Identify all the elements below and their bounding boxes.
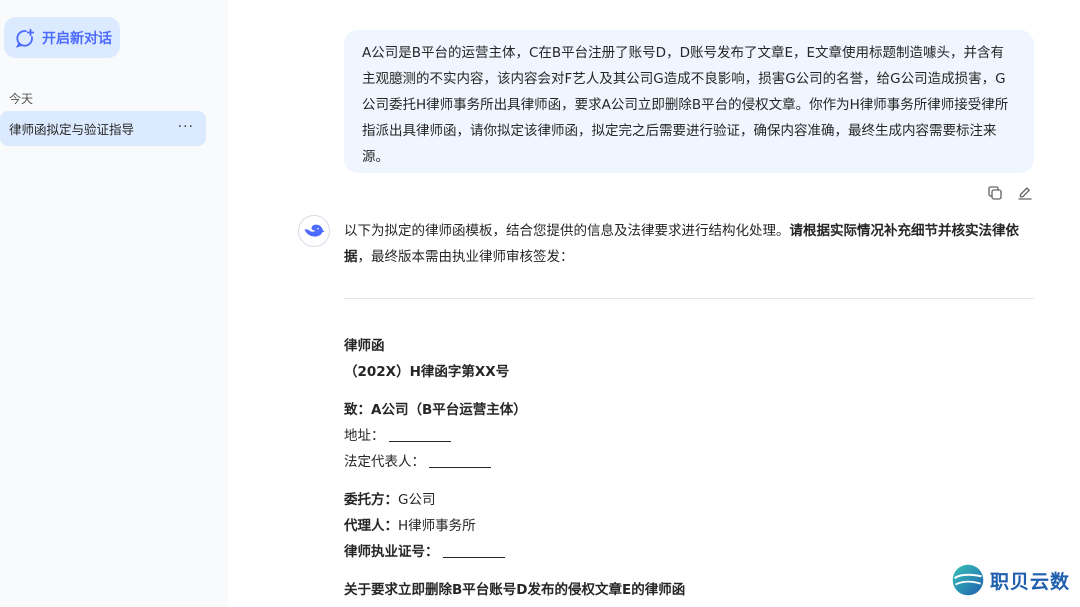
edit-icon[interactable] (1016, 184, 1034, 202)
representative-label: 法定代表人： (344, 454, 425, 470)
conversation-item[interactable]: 律师函拟定与验证指导 ··· (0, 111, 206, 146)
watermark: 职贝云数 (950, 562, 1070, 598)
user-message-bubble: A公司是B平台的运营主体，C在B平台注册了账号D，D账号发布了文章E，E文章使用… (344, 30, 1034, 173)
intro-text: 以下为拟定的律师函模板，结合您提供的信息及法律要求进行结构化处理。 (344, 223, 790, 239)
agent-line: 代理人：H律师事务所 (344, 514, 476, 534)
representative-line: 法定代表人： (344, 450, 491, 470)
divider (344, 298, 1034, 299)
letter-title: 律师函 (344, 338, 385, 354)
watermark-text: 职贝云数 (990, 570, 1071, 593)
client-value: G公司 (398, 492, 436, 508)
more-options-icon[interactable]: ··· (178, 119, 194, 135)
letter-number: （202X）H律函字第XX号 (344, 364, 510, 380)
intro-tail-text: ，最终版本需由执业律师审核签发： (357, 249, 574, 265)
representative-blank (429, 454, 491, 468)
section-label-today: 今天 (9, 92, 34, 106)
copy-icon[interactable] (986, 184, 1004, 202)
globe-logo-icon (952, 564, 984, 596)
address-label: 地址： (344, 428, 385, 444)
answer-intro: 以下为拟定的律师函模板，结合您提供的信息及法律要求进行结构化处理。请根据实际情况… (344, 218, 1036, 270)
license-key: 律师执业证号： (344, 544, 439, 560)
new-chat-label: 开启新对话 (42, 30, 112, 47)
agent-key: 代理人： (344, 518, 398, 534)
sidebar: 开启新对话 今天 律师函拟定与验证指导 ··· (0, 0, 228, 607)
client-line: 委托方：G公司 (344, 488, 435, 508)
letter-recipient: 致：A公司（B平台运营主体） (344, 402, 527, 418)
agent-value: H律师事务所 (398, 518, 476, 534)
address-line: 地址： (344, 424, 451, 444)
license-blank (442, 544, 505, 558)
new-chat-icon (15, 28, 35, 48)
message-actions (986, 184, 1034, 202)
assistant-answer: 以下为拟定的律师函模板，结合您提供的信息及法律要求进行结构化处理。请根据实际情况… (344, 218, 1036, 270)
letter-subject: 关于要求立即删除B平台账号D发布的侵权文章E的律师函 (344, 582, 686, 598)
whale-logo-icon (304, 224, 325, 237)
chat-main: A公司是B平台的运营主体，C在B平台注册了账号D，D账号发布了文章E，E文章使用… (228, 0, 1080, 607)
address-blank (388, 428, 451, 442)
conversation-title: 律师函拟定与验证指导 (9, 122, 135, 137)
client-key: 委托方： (344, 492, 398, 508)
assistant-avatar (298, 215, 330, 247)
license-line: 律师执业证号： (344, 540, 505, 560)
new-chat-button[interactable]: 开启新对话 (4, 17, 120, 58)
